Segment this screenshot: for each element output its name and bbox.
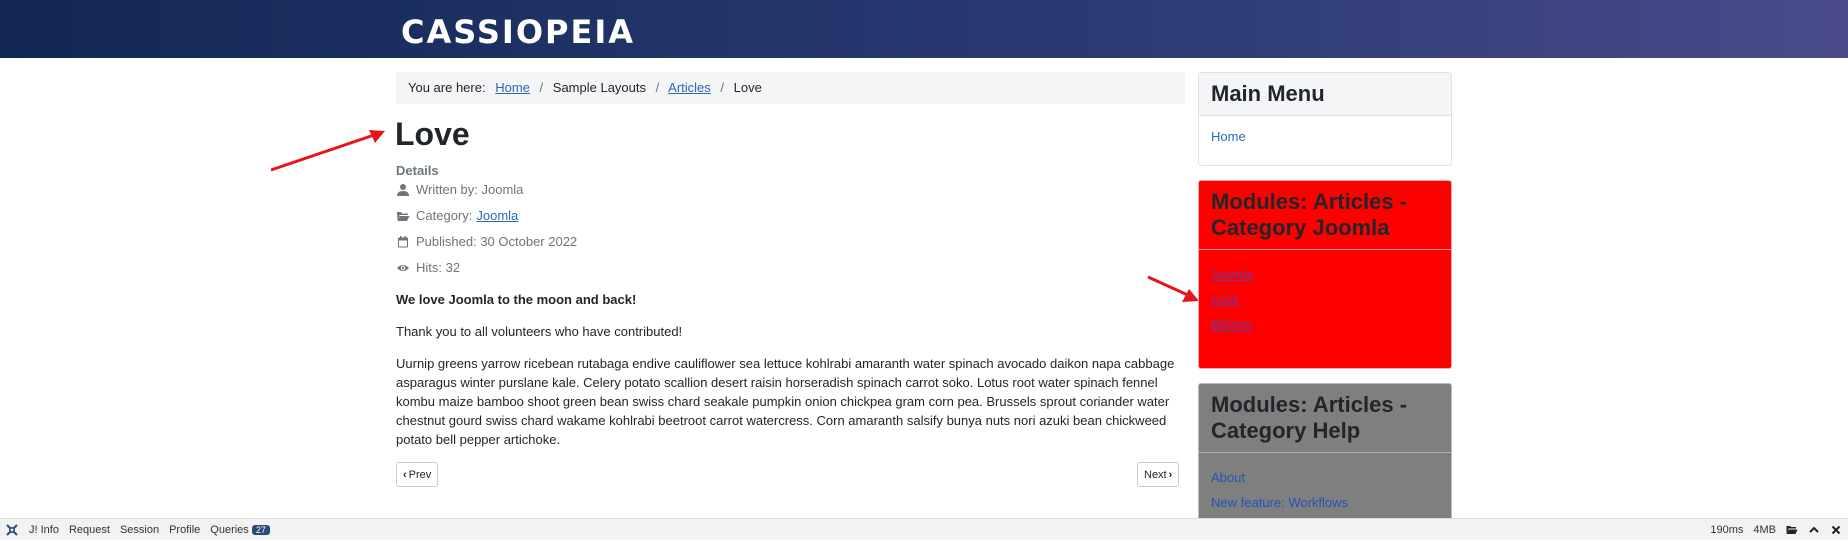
- article-title: Love: [395, 116, 470, 152]
- site-header: CASSIOPEIA: [0, 0, 1848, 58]
- user-icon: [397, 183, 409, 196]
- meta-author-text: Written by: Joomla: [416, 182, 524, 197]
- breadcrumb-separator: /: [539, 80, 544, 95]
- articles-category-help-module: Modules: Articles - Category Help About …: [1198, 383, 1452, 523]
- joomla-module-link-billions[interactable]: Billions: [1211, 316, 1439, 334]
- joomla-module-link-joomla[interactable]: Joomla: [1211, 266, 1439, 284]
- next-label: Next: [1144, 468, 1167, 481]
- calendar-icon: [398, 235, 408, 247]
- breadcrumb-separator: /: [720, 80, 725, 95]
- next-button[interactable]: Next ›: [1137, 462, 1180, 487]
- category-link[interactable]: Joomla: [476, 208, 518, 223]
- debug-tab-queries-label: Queries: [210, 523, 249, 536]
- folder-open-icon[interactable]: [1786, 524, 1798, 536]
- article-lead: We love Joomla to the moon and back!: [396, 292, 637, 307]
- site-brand[interactable]: CASSIOPEIA: [401, 13, 635, 51]
- meta-category-label: Category:: [416, 208, 473, 223]
- debug-tab-info[interactable]: J! Info: [29, 524, 59, 536]
- meta-hits: Hits: 32: [396, 260, 460, 275]
- details-label: Details: [396, 163, 439, 178]
- queries-count-badge: 27: [251, 524, 270, 535]
- annotation-arrow-title: [270, 130, 385, 172]
- meta-author: Written by: Joomla: [396, 182, 523, 197]
- breadcrumb-current: Love: [733, 80, 762, 95]
- help-module-link-workflows[interactable]: New feature: Workflows: [1211, 494, 1439, 512]
- breadcrumb-separator: /: [655, 80, 660, 95]
- folder-open-icon: [397, 211, 410, 221]
- article-thanks: Thank you to all volunteers who have con…: [396, 324, 683, 339]
- prev-label: Prev: [408, 468, 432, 481]
- breadcrumb-articles-link[interactable]: Articles: [668, 80, 711, 95]
- debug-memory: 4MB: [1753, 524, 1776, 536]
- meta-published: Published: 30 October 2022: [396, 234, 577, 249]
- article-body: Uurnip greens yarrow ricebean rutabaga e…: [396, 356, 1175, 447]
- main-menu-item-home[interactable]: Home: [1211, 128, 1439, 146]
- meta-published-text: Published: 30 October 2022: [416, 234, 578, 249]
- eye-icon: [397, 264, 409, 271]
- breadcrumb-home-link[interactable]: Home: [495, 80, 530, 95]
- joomla-module-title: Modules: Articles - Category Joomla: [1199, 181, 1451, 250]
- joomla-module-link-love[interactable]: Love: [1211, 291, 1439, 309]
- chevron-up-icon[interactable]: [1808, 524, 1820, 536]
- main-menu-title: Main Menu: [1199, 73, 1451, 116]
- chevron-left-icon: ‹: [403, 468, 407, 481]
- breadcrumb-sample-layouts: Sample Layouts: [552, 80, 647, 95]
- articles-category-joomla-module: Modules: Articles - Category Joomla Joom…: [1198, 180, 1452, 369]
- prev-button[interactable]: ‹ Prev: [396, 462, 439, 487]
- debug-tab-profile[interactable]: Profile: [169, 524, 200, 536]
- meta-hits-text: Hits: 32: [416, 260, 461, 275]
- help-module-title: Modules: Articles - Category Help: [1199, 384, 1451, 453]
- joomla-logo-icon[interactable]: [5, 523, 19, 537]
- help-module-link-about[interactable]: About: [1211, 469, 1439, 487]
- debug-bar-right: 190ms 4MB: [1710, 519, 1842, 541]
- debug-tab-request[interactable]: Request: [69, 524, 110, 536]
- main-menu-module: Main Menu Home: [1198, 72, 1452, 166]
- debug-tab-queries[interactable]: Queries 27: [210, 524, 270, 536]
- debug-time: 190ms: [1710, 524, 1744, 536]
- debug-tab-session[interactable]: Session: [120, 524, 159, 536]
- breadcrumb-prefix: You are here:: [408, 80, 486, 95]
- breadcrumb: You are here: Home / Sample Layouts / Ar…: [396, 72, 1185, 104]
- debug-bar: J! Info Request Session Profile Queries 2…: [0, 518, 1848, 540]
- meta-category: Category: Joomla: [396, 208, 518, 223]
- close-icon[interactable]: [1830, 524, 1842, 536]
- chevron-right-icon: ›: [1168, 468, 1173, 481]
